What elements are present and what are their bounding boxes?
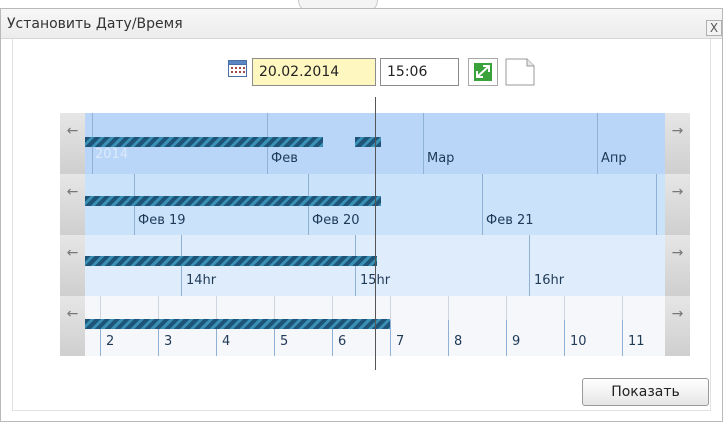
minutes-next-button[interactable]: → xyxy=(665,296,690,356)
calendar-icon[interactable] xyxy=(228,60,247,77)
time-input[interactable] xyxy=(380,58,459,86)
range-bar xyxy=(85,196,381,206)
expand-arrows-icon xyxy=(474,63,492,81)
hour-label: 16hr xyxy=(534,273,565,288)
days-prev-button[interactable]: ← xyxy=(60,174,85,235)
minutes-prev-button[interactable]: ← xyxy=(60,296,85,356)
month-label: Мар xyxy=(427,151,455,166)
year-label: 2014 xyxy=(95,147,129,162)
arrow-right-icon: → xyxy=(671,306,684,322)
days-next-button[interactable]: → xyxy=(665,174,690,235)
minute-label: 6 xyxy=(338,334,347,349)
arrow-left-icon: ← xyxy=(66,306,79,322)
dialog-title: Установить Дату/Время xyxy=(7,16,183,32)
arrow-right-icon: → xyxy=(671,184,684,200)
minute-label: 7 xyxy=(396,334,405,349)
months-next-button[interactable]: → xyxy=(665,113,690,174)
hours-next-button[interactable]: → xyxy=(665,235,690,296)
month-label: Фев xyxy=(271,151,298,166)
month-tick xyxy=(423,113,424,174)
minute-tick xyxy=(506,320,507,356)
day-label: Фев 19 xyxy=(138,213,186,228)
close-button[interactable]: X xyxy=(706,20,722,36)
range-bar xyxy=(85,137,323,147)
current-time-marker[interactable] xyxy=(375,97,376,370)
range-bar xyxy=(355,137,381,147)
close-icon: X xyxy=(709,21,719,35)
arrow-right-icon: → xyxy=(671,123,684,139)
dialog-titlebar: Установить Дату/Время X xyxy=(1,9,722,39)
hour-label: 14hr xyxy=(186,273,217,288)
minute-tick xyxy=(390,320,391,356)
arrow-left-icon: ← xyxy=(66,245,79,261)
range-bar xyxy=(85,256,377,266)
hours-prev-button[interactable]: ← xyxy=(60,235,85,296)
show-button[interactable]: Показать xyxy=(582,378,709,406)
range-bar xyxy=(85,319,390,329)
arrow-left-icon: ← xyxy=(66,123,79,139)
month-tick xyxy=(597,113,598,174)
minute-label: 11 xyxy=(628,334,645,349)
minute-label: 4 xyxy=(222,334,231,349)
expand-button[interactable] xyxy=(468,58,498,86)
day-label: Фев 21 xyxy=(486,213,534,228)
blank-page-icon xyxy=(505,58,535,86)
months-prev-button[interactable]: ← xyxy=(60,113,85,174)
month-label: Апр xyxy=(601,151,627,166)
day-label: Фев 20 xyxy=(312,213,360,228)
minute-label: 10 xyxy=(570,334,587,349)
blank-page-button[interactable] xyxy=(503,58,537,86)
minute-tick xyxy=(564,320,565,356)
minute-label: 9 xyxy=(512,334,521,349)
minute-label: 3 xyxy=(164,334,173,349)
date-input[interactable] xyxy=(252,58,376,86)
arrow-left-icon: ← xyxy=(66,184,79,200)
minute-tick xyxy=(622,320,623,356)
minute-label: 2 xyxy=(106,334,115,349)
minute-tick xyxy=(448,320,449,356)
minute-label: 8 xyxy=(454,334,463,349)
minute-label: 5 xyxy=(280,334,289,349)
hour-tick xyxy=(529,235,530,296)
arrow-right-icon: → xyxy=(671,245,684,261)
day-tick xyxy=(656,174,657,235)
day-tick xyxy=(482,174,483,235)
